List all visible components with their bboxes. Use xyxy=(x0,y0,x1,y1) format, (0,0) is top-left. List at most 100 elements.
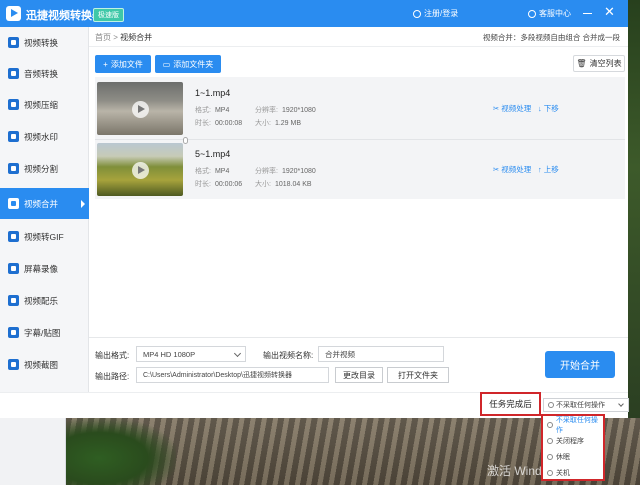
sidebar-item-video-convert[interactable]: 视频转换 xyxy=(0,27,89,58)
output-name-input[interactable]: 合并视频 xyxy=(318,346,444,362)
output-path-value: C:\Users\Administrator\Desktop\迅捷视频转换器 xyxy=(143,372,292,379)
video-gif-icon xyxy=(8,231,19,242)
after-task-selected-value: 不采取任何操作 xyxy=(556,402,605,409)
output-path-input[interactable]: C:\Users\Administrator\Desktop\迅捷视频转换器 xyxy=(136,367,329,383)
sidebar-item-label: 视频截图 xyxy=(24,359,59,370)
add-file-button[interactable]: + 添加文件 xyxy=(95,55,151,73)
play-icon[interactable] xyxy=(132,162,149,179)
output-format-select[interactable]: MP4 HD 1080P xyxy=(136,346,246,362)
sidebar-item-audio-convert[interactable]: 音频转换 xyxy=(0,58,89,89)
dropdown-option-sleep[interactable]: 休眠 xyxy=(545,449,603,465)
clear-list-label: 清空列表 xyxy=(589,59,622,68)
after-task-select[interactable]: 不采取任何操作 xyxy=(543,398,629,412)
move-down-button[interactable]: ↓ 下移 xyxy=(538,103,559,114)
sidebar-item-video-split[interactable]: 视频分割 xyxy=(0,153,89,184)
dropdown-option-label: 关闭程序 xyxy=(556,438,584,445)
size-label: 大小: xyxy=(255,120,271,127)
size-value: 1.29 MB xyxy=(274,120,302,127)
version-badge: 极速版 xyxy=(93,8,124,22)
move-up-button[interactable]: ↑ 上移 xyxy=(538,164,559,175)
video-thumbnail[interactable] xyxy=(97,82,183,135)
output-format-label: 输出格式: xyxy=(95,351,130,360)
start-merge-button[interactable]: 开始合并 xyxy=(545,351,615,378)
sidebar-item-video-merge[interactable]: 视频合并 xyxy=(0,188,89,219)
file-list: 1~1.mp4 格式: MP4 分辨率: 1920*1080 时长: 00:00:08… xyxy=(95,77,625,199)
size-value: 1018.04 KB xyxy=(274,181,312,188)
format-value: MP4 xyxy=(214,168,230,175)
desktop-background-right xyxy=(628,0,640,418)
dropdown-option-label: 休眠 xyxy=(556,454,570,461)
play-icon[interactable] xyxy=(132,101,149,118)
sidebar-item-video-music[interactable]: 视频配乐 xyxy=(0,285,89,316)
sidebar-item-label: 字幕/贴图 xyxy=(24,327,61,338)
video-thumbnail[interactable] xyxy=(97,143,183,196)
sidebar-item-label: 音频转换 xyxy=(24,68,59,79)
sidebar-item-video-compress[interactable]: 视频压缩 xyxy=(0,89,89,120)
format-label: 格式: xyxy=(195,168,211,175)
sidebar-item-label: 视频水印 xyxy=(24,131,59,142)
desktop-side-panel xyxy=(0,418,66,485)
no-action-icon xyxy=(548,402,554,408)
divider xyxy=(89,337,628,338)
sidebar-item-video-gif[interactable]: 视频转GIF xyxy=(0,221,89,252)
sidebar: 视频转换 音频转换 视频压缩 视频水印 视频分割 视频合并 视频转GIF 屏幕录… xyxy=(0,27,89,418)
file-duration: 时长: 00:00:06 xyxy=(195,179,242,189)
format-label: 格式: xyxy=(195,107,211,114)
clear-list-button[interactable]: 🗑 清空列表 xyxy=(573,55,625,72)
sidebar-item-label: 视频分割 xyxy=(24,163,59,174)
resolution-label: 分辨率: xyxy=(255,107,278,114)
video-process-label: 视频处理 xyxy=(501,104,532,113)
dropdown-option-close-program[interactable]: 关闭程序 xyxy=(545,433,603,449)
arrow-up-icon: ↑ xyxy=(538,165,542,174)
video-split-icon xyxy=(8,163,19,174)
video-watermark-icon xyxy=(8,131,19,142)
power-icon xyxy=(547,470,553,476)
dropdown-option-label: 关机 xyxy=(556,470,570,477)
list-item: 1~1.mp4 格式: MP4 分辨率: 1920*1080 时长: 00:00:08… xyxy=(95,79,625,137)
app-logo-icon xyxy=(6,6,21,21)
video-process-button[interactable]: ✂ 视频处理 xyxy=(493,164,531,175)
sidebar-item-screen-record[interactable]: 屏幕录像 xyxy=(0,253,89,284)
sidebar-item-label: 视频合并 xyxy=(24,198,59,209)
sidebar-item-video-screenshot[interactable]: 视频截图 xyxy=(0,349,89,380)
trash-icon: 🗑 xyxy=(576,59,587,68)
file-size: 大小: 1.29 MB xyxy=(255,118,301,128)
output-name-value: 合并视频 xyxy=(325,349,355,359)
app-title: 迅捷视频转换器 xyxy=(26,10,103,22)
login-link[interactable]: 注册/登录 xyxy=(413,8,458,19)
page-description: 视频合并：多段视频自由组合 合并成一段 xyxy=(482,33,620,42)
sidebar-item-video-watermark[interactable]: 视频水印 xyxy=(0,121,89,152)
open-folder-button[interactable]: 打开文件夹 xyxy=(387,367,449,383)
breadcrumb-home[interactable]: 首页 xyxy=(95,33,111,42)
dropdown-option-no-action[interactable]: 不采取任何操作 xyxy=(545,417,603,434)
change-directory-button[interactable]: 更改目录 xyxy=(335,367,383,383)
output-format-value: MP4 HD 1080P xyxy=(143,349,196,359)
breadcrumb-bar: 首页 > 视频合并 视频合并：多段视频自由组合 合并成一段 xyxy=(89,27,628,47)
add-folder-button[interactable]: ▭ 添加文件夹 xyxy=(155,55,221,73)
file-name: 5~1.mp4 xyxy=(195,149,231,159)
headset-icon xyxy=(528,9,536,18)
chevron-down-icon xyxy=(618,401,624,407)
file-format: 格式: MP4 xyxy=(195,166,229,176)
customer-service-link[interactable]: 客服中心 xyxy=(528,8,571,19)
close-button[interactable]: ✕ xyxy=(604,5,615,18)
breadcrumb: 首页 > 视频合并 xyxy=(95,32,152,43)
dropdown-option-shutdown[interactable]: 关机 xyxy=(545,465,603,481)
output-path-label: 输出路径: xyxy=(95,372,130,381)
video-process-button[interactable]: ✂ 视频处理 xyxy=(493,103,531,114)
after-task-label: 任务完成后 xyxy=(480,392,541,416)
reorder-handle[interactable] xyxy=(183,137,188,144)
resolution-label: 分辨率: xyxy=(255,168,278,175)
output-name-label: 输出视频名称: xyxy=(263,351,314,360)
after-task-dropdown: 不采取任何操作 关闭程序 休眠 关机 xyxy=(541,414,605,481)
duration-value: 00:00:06 xyxy=(214,181,243,188)
sidebar-item-label: 视频压缩 xyxy=(24,99,59,110)
sidebar-item-label: 视频转换 xyxy=(24,37,59,48)
add-file-label: 添加文件 xyxy=(110,59,143,69)
minimize-button[interactable] xyxy=(582,7,593,18)
add-folder-label: 添加文件夹 xyxy=(173,59,214,69)
video-convert-icon xyxy=(8,37,19,48)
format-value: MP4 xyxy=(214,107,230,114)
sidebar-item-subtitle[interactable]: 字幕/贴图 xyxy=(0,317,89,348)
file-size: 大小: 1018.04 KB xyxy=(255,179,312,189)
